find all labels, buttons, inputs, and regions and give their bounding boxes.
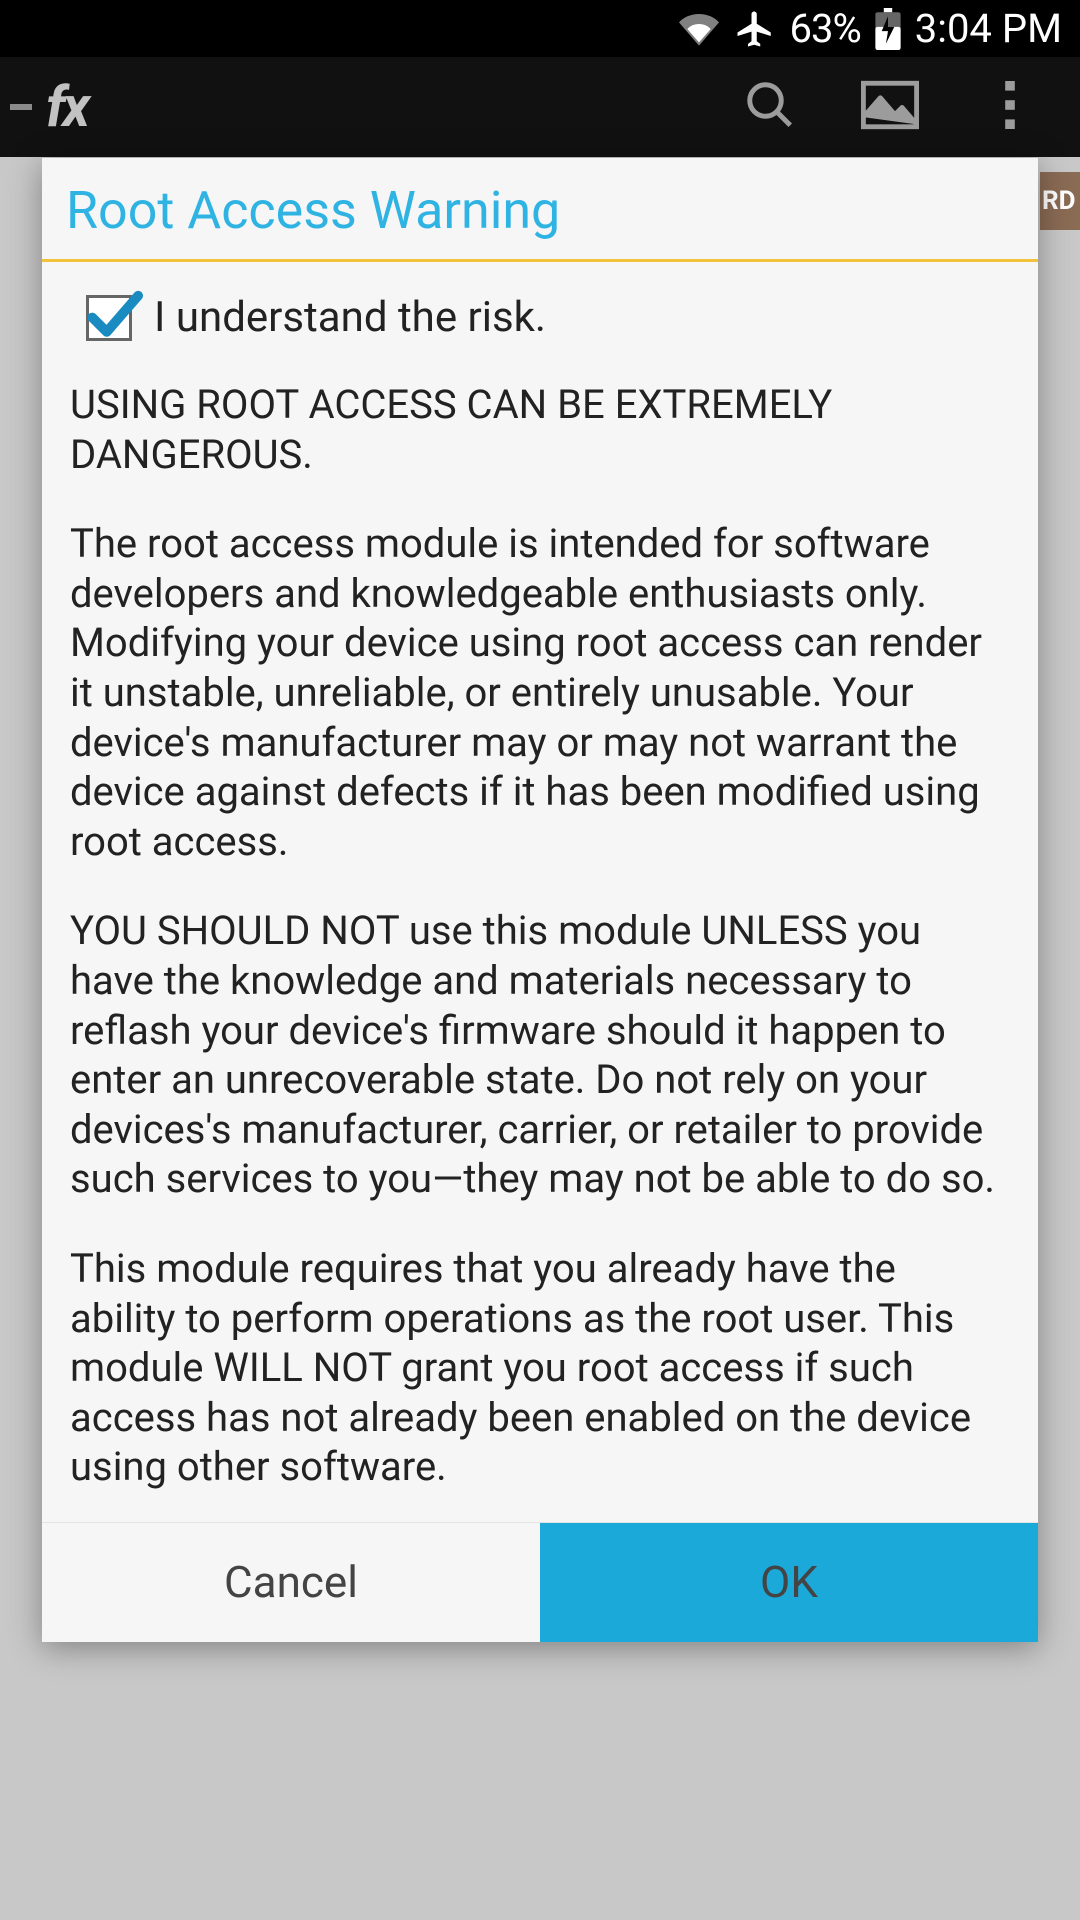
dialog-button-row: Cancel OK [42, 1522, 1038, 1642]
warning-paragraph-3: YOU SHOULD NOT use this module UNLESS yo… [70, 906, 1010, 1204]
battery-charging-icon [875, 8, 901, 50]
image-icon [861, 80, 919, 134]
app-logo[interactable]: fx [46, 74, 87, 140]
dialog-title: Root Access Warning [42, 158, 1038, 259]
app-toolbar: fx [0, 57, 1080, 157]
understand-risk-label: I understand the risk. [154, 292, 546, 344]
warning-paragraph-2: The root access module is intended for s… [70, 519, 1010, 866]
status-bar: 63% 3:04 PM [0, 0, 1080, 57]
search-icon [743, 78, 797, 136]
understand-risk-checkbox[interactable] [86, 295, 132, 341]
background-tab-fragment: RD [1040, 172, 1080, 230]
ok-button[interactable]: OK [540, 1523, 1038, 1642]
dialog-body: I understand the risk. USING ROOT ACCESS… [42, 262, 1038, 1522]
root-access-warning-dialog: Root Access Warning I understand the ris… [42, 158, 1038, 1642]
cancel-button[interactable]: Cancel [42, 1523, 540, 1642]
clock: 3:04 PM [915, 5, 1062, 52]
search-button[interactable] [710, 57, 830, 157]
overflow-menu-button[interactable] [950, 57, 1070, 157]
airplane-mode-icon [734, 8, 776, 50]
more-icon [1004, 81, 1016, 133]
warning-paragraph-1: USING ROOT ACCESS CAN BE EXTREMELY DANGE… [70, 380, 1010, 479]
understand-risk-row[interactable]: I understand the risk. [86, 292, 1010, 344]
battery-percentage: 63% [790, 5, 861, 52]
image-view-button[interactable] [830, 57, 950, 157]
warning-paragraph-4: This module requires that you already ha… [70, 1244, 1010, 1492]
back-indicator[interactable] [10, 104, 32, 110]
wifi-icon [678, 9, 720, 49]
